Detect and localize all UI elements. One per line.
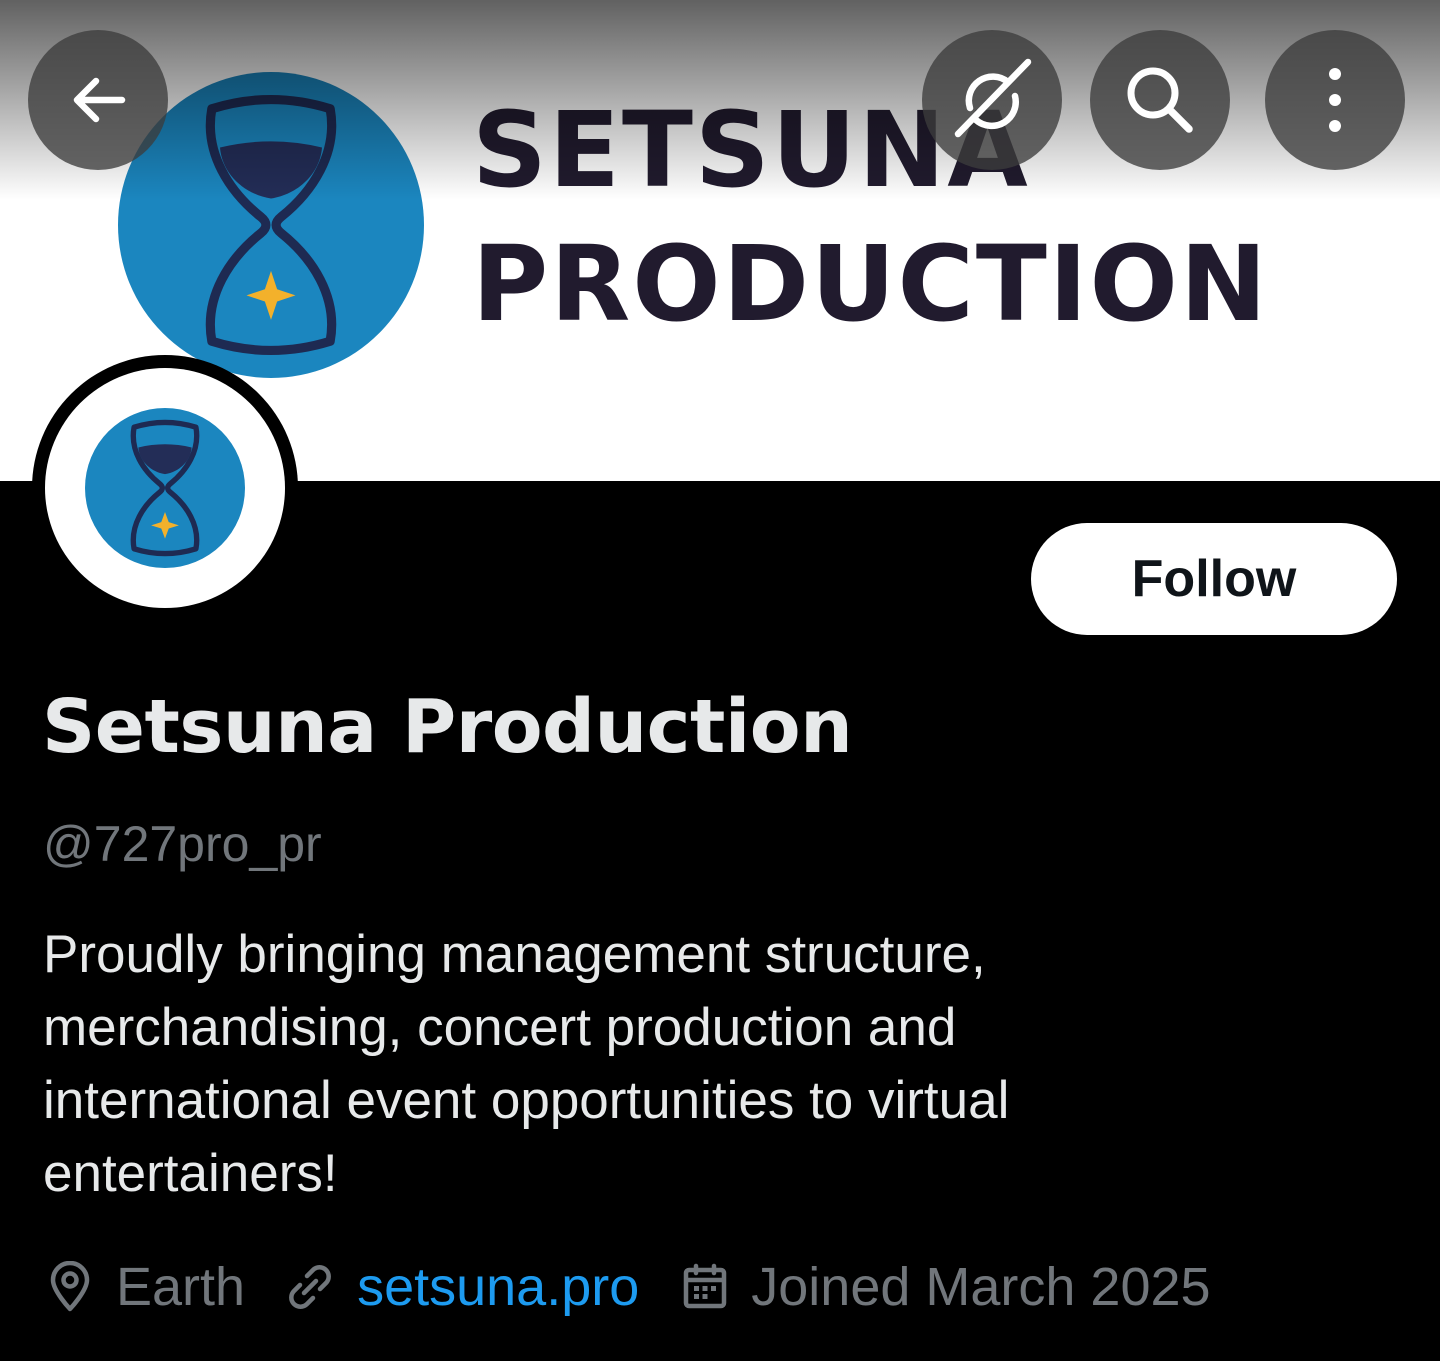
avatar[interactable]: [32, 355, 298, 621]
calendar-icon: [684, 1263, 727, 1309]
profile-bio: Proudly bringing management structure, m…: [43, 918, 1343, 1210]
follow-button[interactable]: Follow: [1031, 523, 1397, 635]
more-vertical-icon: [1329, 68, 1341, 132]
search-button[interactable]: [1090, 30, 1230, 170]
bio-line: international event opportunities to vir…: [43, 1071, 1010, 1130]
setsuna-hourglass-logo: [85, 408, 245, 568]
location-pin-icon: [50, 1261, 90, 1312]
bio-line: entertainers!: [43, 1144, 338, 1203]
profile-website[interactable]: setsuna.pro: [285, 1256, 639, 1318]
grok-button[interactable]: [922, 30, 1062, 170]
link-icon: [289, 1265, 332, 1309]
avatar-image: [45, 368, 285, 608]
location-label: Earth: [116, 1257, 246, 1317]
website-link[interactable]: setsuna.pro: [357, 1256, 639, 1318]
joined-label: Joined March 2025: [751, 1257, 1211, 1317]
search-icon: [1127, 67, 1193, 133]
bio-line: merchandising, concert production and: [43, 998, 957, 1057]
arrow-left-icon: [73, 77, 126, 123]
grok-icon: [954, 58, 1032, 138]
back-button[interactable]: [28, 30, 168, 170]
more-options-button[interactable]: [1265, 30, 1405, 170]
profile-joined-date: Joined March 2025: [681, 1256, 1211, 1318]
bio-line: Proudly bringing management structure,: [43, 925, 986, 984]
profile-meta: Earth setsuna.pro Joined March 2025: [46, 1252, 1211, 1322]
profile-location: Earth: [46, 1256, 245, 1318]
profile-page: SETSUNA PRODUCTION Follow Setsuna Produc…: [0, 0, 1440, 1361]
profile-display-name: Setsuna Production: [42, 684, 853, 770]
wordmark-line-2: PRODUCTION: [472, 223, 1269, 345]
profile-handle: @727pro_pr: [43, 816, 322, 872]
